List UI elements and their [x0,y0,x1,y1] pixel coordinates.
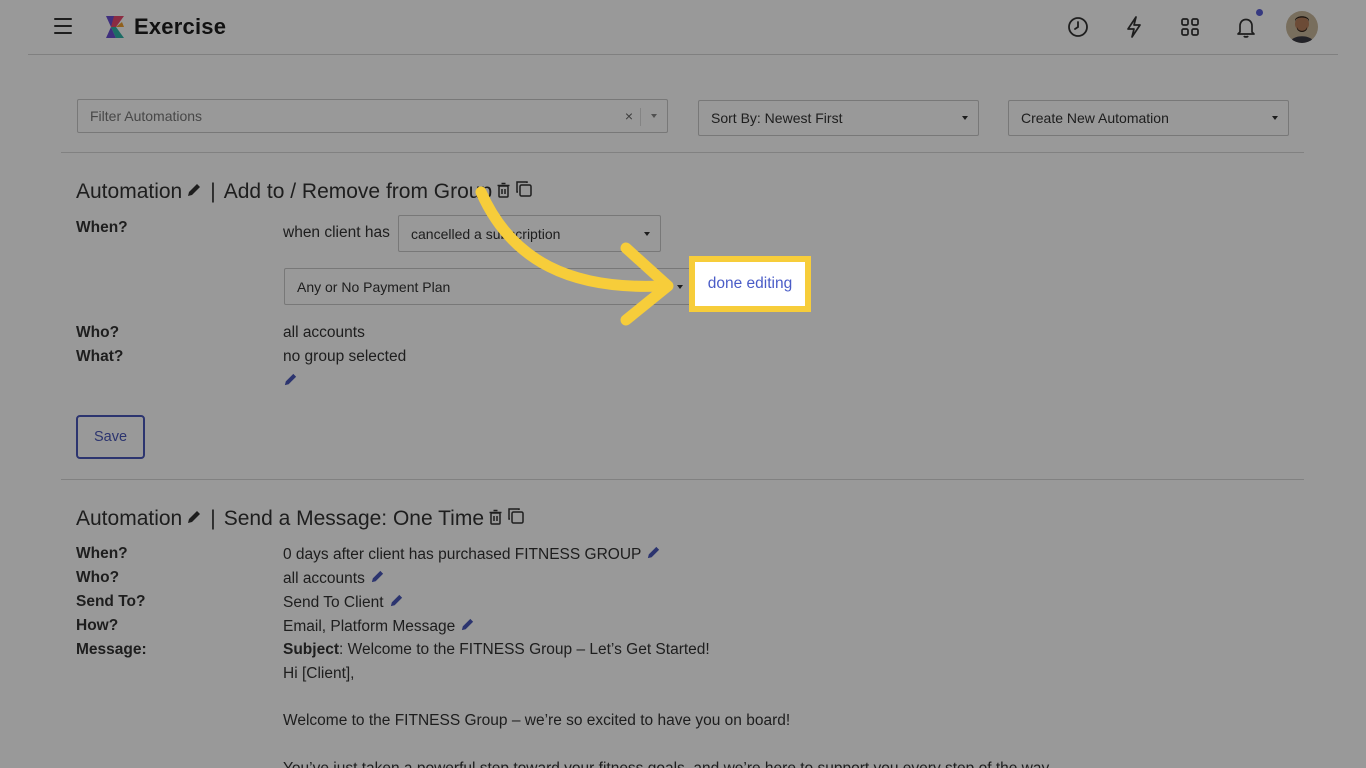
chevron-down-icon [1272,116,1278,120]
done-editing-link[interactable]: done editing [708,275,792,293]
when-label: When? [76,219,128,236]
who-label: Who? [76,324,120,341]
message-body-line: You’ve just taken a powerful step toward… [283,760,1052,768]
chevron-down-icon [677,284,683,289]
create-automation-select[interactable]: Create New Automation [1008,100,1289,136]
highlight-box: done editing [689,256,811,312]
filter-automations-input[interactable]: Filter Automations × [77,99,668,133]
subject-label: Subject [283,641,339,658]
app-logo [106,16,124,38]
who-text: all accounts [283,570,365,587]
how-value: Email, Platform Message [283,617,475,637]
pencil-icon[interactable] [370,569,385,589]
how-text: Email, Platform Message [283,618,456,635]
sort-label: Sort By: Newest First [711,110,843,126]
when-value: 0 days after client has purchased FITNES… [283,545,661,565]
notification-dot [1256,9,1263,16]
who-value: all accounts [283,324,365,341]
automation-label: Automation [76,507,183,530]
message-label: Message: [76,641,147,658]
chevron-down-icon [962,116,968,120]
message-subject: Subject: Welcome to the FITNESS Group – … [283,641,710,659]
pencil-icon [284,373,297,386]
grid-icon[interactable] [1177,14,1203,40]
app-name: Exercise [134,14,227,39]
pencil-icon[interactable] [460,617,475,637]
clock-icon[interactable] [1065,14,1091,40]
pencil-icon[interactable] [186,507,202,531]
trigger-select[interactable]: cancelled a subscription [398,215,661,252]
payment-plan-value: Any or No Payment Plan [297,278,451,295]
sort-select[interactable]: Sort By: Newest First [698,100,979,136]
send-to-value: Send To Client [283,593,404,613]
title-separator: | [210,507,216,530]
divider [61,479,1304,480]
when-prefix: when client has [283,224,390,241]
automation-type: Send a Message: One Time [223,507,485,530]
send-to-text: Send To Client [283,594,384,611]
copy-icon[interactable] [507,507,525,531]
when-label: When? [76,545,128,562]
top-bar: Exercise [28,0,1338,55]
lightning-icon[interactable] [1121,14,1147,40]
message-greeting: Hi [Client], [283,665,355,682]
title-separator: | [210,180,216,203]
copy-icon[interactable] [515,180,533,204]
pencil-icon[interactable] [186,180,202,204]
when-text: 0 days after client has purchased FITNES… [283,546,642,563]
subject-value: : Welcome to the FITNESS Group – Let’s G… [338,641,710,658]
bell-icon[interactable] [1233,14,1259,40]
what-value: no group selected [283,348,407,365]
chevron-down-icon [644,231,650,236]
trigger-value: cancelled a subscription [411,225,561,242]
who-value: all accounts [283,569,385,589]
automation-title: Automation | Add to / Remove from Group [76,180,533,204]
payment-plan-select[interactable]: Any or No Payment Plan [284,268,694,305]
message-body-line: Welcome to the FITNESS Group – we’re so … [283,712,791,729]
create-label: Create New Automation [1021,110,1169,126]
edit-what-button[interactable] [283,372,298,387]
what-label: What? [76,348,124,365]
trash-icon[interactable] [496,180,511,204]
divider [640,108,641,126]
divider [61,152,1304,153]
avatar[interactable] [1286,11,1318,43]
how-label: How? [76,617,119,634]
clear-icon[interactable]: × [625,108,633,124]
filter-placeholder: Filter Automations [90,108,203,124]
automation-type: Add to / Remove from Group [223,180,493,203]
pencil-icon[interactable] [646,545,661,565]
save-button[interactable]: Save [76,415,145,459]
automation-label: Automation [76,180,183,203]
send-to-label: Send To? [76,593,146,610]
menu-icon[interactable] [54,18,72,34]
pencil-icon[interactable] [389,593,404,613]
automation-title: Automation | Send a Message: One Time [76,507,525,531]
chevron-down-icon[interactable] [651,114,657,118]
trash-icon[interactable] [488,507,503,531]
app-frame: Exercise Filter Automations × Sort By: N… [28,0,1338,768]
who-label: Who? [76,569,120,586]
